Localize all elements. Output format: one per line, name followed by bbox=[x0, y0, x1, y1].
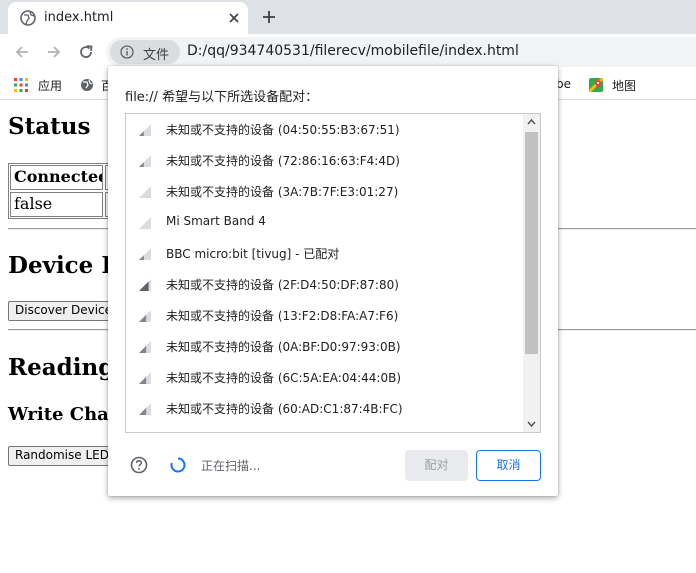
reload-icon[interactable] bbox=[76, 42, 96, 62]
device-list-item[interactable]: 未知或不支持的设备 (72:86:16:63:F4:4D) bbox=[126, 145, 524, 176]
device-name: 未知或不支持的设备 (3A:7B:7F:E3:01:27) bbox=[166, 185, 399, 199]
device-list-item[interactable]: Mi Smart Band 4 bbox=[126, 207, 524, 238]
browser-tab[interactable]: index.html bbox=[8, 2, 248, 34]
device-list-item[interactable]: 未知或不支持的设备 (04:50:55:B3:67:51) bbox=[126, 114, 524, 145]
apps-grid-icon bbox=[14, 78, 28, 92]
browser-toolbar: 文件 D:/qq/934740531/filerecv/mobilefile/i… bbox=[0, 34, 696, 70]
dialog-title: file:// 希望与以下所选设备配对： bbox=[125, 90, 319, 105]
write-heading: Write Char bbox=[8, 404, 119, 425]
site-info-label: 文件 bbox=[143, 48, 170, 63]
device-heading: Device D bbox=[8, 252, 122, 279]
scanning-status: 正在扫描... bbox=[201, 459, 261, 473]
globe-icon bbox=[20, 10, 36, 26]
signal-strength-icon bbox=[139, 124, 151, 136]
signal-strength-icon bbox=[139, 279, 151, 291]
scanning-spinner-icon bbox=[170, 457, 186, 473]
close-tab-icon[interactable] bbox=[226, 10, 242, 26]
globe-icon bbox=[81, 79, 93, 91]
signal-strength-icon bbox=[139, 155, 151, 167]
site-info-chip[interactable]: 文件 bbox=[110, 40, 180, 64]
device-list-item[interactable]: 未知或不支持的设备 (2F:D4:50:DF:87:80) bbox=[126, 269, 524, 300]
scrollbar[interactable] bbox=[523, 114, 540, 432]
device-name: 未知或不支持的设备 (6C:5A:EA:04:44:0B) bbox=[166, 371, 402, 385]
signal-strength-icon bbox=[139, 310, 151, 322]
device-name: 未知或不支持的设备 (72:86:16:63:F4:4D) bbox=[166, 154, 400, 168]
device-name: 未知或不支持的设备 (60:AD:C1:87:4B:FC) bbox=[166, 402, 403, 416]
signal-strength-icon bbox=[139, 217, 151, 229]
signal-strength-icon bbox=[139, 341, 151, 353]
device-list-item[interactable]: 未知或不支持的设备 (60:AD:C1:87:4B:FC) bbox=[126, 393, 524, 424]
device-list-item[interactable]: 未知或不支持的设备 (3A:7B:7F:E3:01:27) bbox=[126, 176, 524, 207]
address-bar[interactable]: 文件 D:/qq/934740531/filerecv/mobilefile/i… bbox=[106, 37, 696, 67]
status-table: Connected S false I bbox=[8, 163, 119, 219]
back-arrow-icon[interactable] bbox=[12, 42, 32, 62]
scroll-up-icon[interactable] bbox=[523, 114, 540, 130]
bookmark-item-be[interactable]: be bbox=[556, 77, 571, 91]
table-header-connected: Connected bbox=[10, 165, 103, 190]
status-heading: Status bbox=[8, 113, 91, 140]
reading-heading: Reading bbox=[8, 354, 115, 381]
signal-strength-icon bbox=[139, 186, 151, 198]
bluetooth-chooser-dialog: file:// 希望与以下所选设备配对： 未知或不支持的设备 (04:50:55… bbox=[108, 66, 558, 496]
device-name: 未知或不支持的设备 (2F:D4:50:DF:87:80) bbox=[166, 278, 399, 292]
pair-button[interactable]: 配对 bbox=[405, 450, 468, 481]
bookmark-maps[interactable]: 地图 bbox=[612, 77, 636, 94]
device-list-item[interactable]: 未知或不支持的设备 (0A:BF:D0:97:93:0B) bbox=[126, 331, 524, 362]
device-name: Mi Smart Band 4 bbox=[166, 214, 266, 228]
device-list-item[interactable]: 未知或不支持的设备 (6C:5A:EA:04:44:0B) bbox=[126, 362, 524, 393]
device-list-item[interactable]: 未知或不支持的设备 (13:F2:D8:FA:A7:F6) bbox=[126, 300, 524, 331]
signal-strength-icon bbox=[139, 372, 151, 384]
url-text[interactable]: D:/qq/934740531/filerecv/mobilefile/inde… bbox=[187, 43, 519, 59]
randomise-led-button[interactable]: Randomise LED bbox=[8, 446, 116, 466]
scrollbar-thumb[interactable] bbox=[525, 132, 538, 354]
help-icon[interactable] bbox=[130, 456, 148, 474]
discover-device-button[interactable]: Discover Device bbox=[8, 301, 120, 321]
signal-strength-icon bbox=[139, 248, 151, 260]
tab-title: index.html bbox=[44, 10, 114, 25]
signal-strength-icon bbox=[139, 403, 151, 415]
maps-icon bbox=[589, 78, 603, 92]
new-tab-icon[interactable] bbox=[260, 8, 278, 26]
device-name: 未知或不支持的设备 (04:50:55:B3:67:51) bbox=[166, 123, 400, 137]
cancel-button[interactable]: 取消 bbox=[476, 450, 541, 481]
device-name: 未知或不支持的设备 (13:F2:D8:FA:A7:F6) bbox=[166, 309, 399, 323]
tab-strip: index.html bbox=[0, 0, 696, 34]
bookmark-apps[interactable]: 应用 bbox=[38, 77, 62, 94]
device-list-item[interactable]: BBC micro:bit [tivug] - 已配对 bbox=[126, 238, 524, 269]
table-cell-connected: false bbox=[10, 192, 103, 217]
device-list[interactable]: 未知或不支持的设备 (04:50:55:B3:67:51) 未知或不支持的设备 (… bbox=[125, 113, 541, 433]
info-icon bbox=[120, 45, 134, 59]
scroll-down-icon[interactable] bbox=[523, 416, 540, 432]
device-name: BBC micro:bit [tivug] - 已配对 bbox=[166, 247, 340, 261]
device-name: 未知或不支持的设备 (0A:BF:D0:97:93:0B) bbox=[166, 340, 401, 354]
forward-arrow-icon[interactable] bbox=[44, 42, 64, 62]
